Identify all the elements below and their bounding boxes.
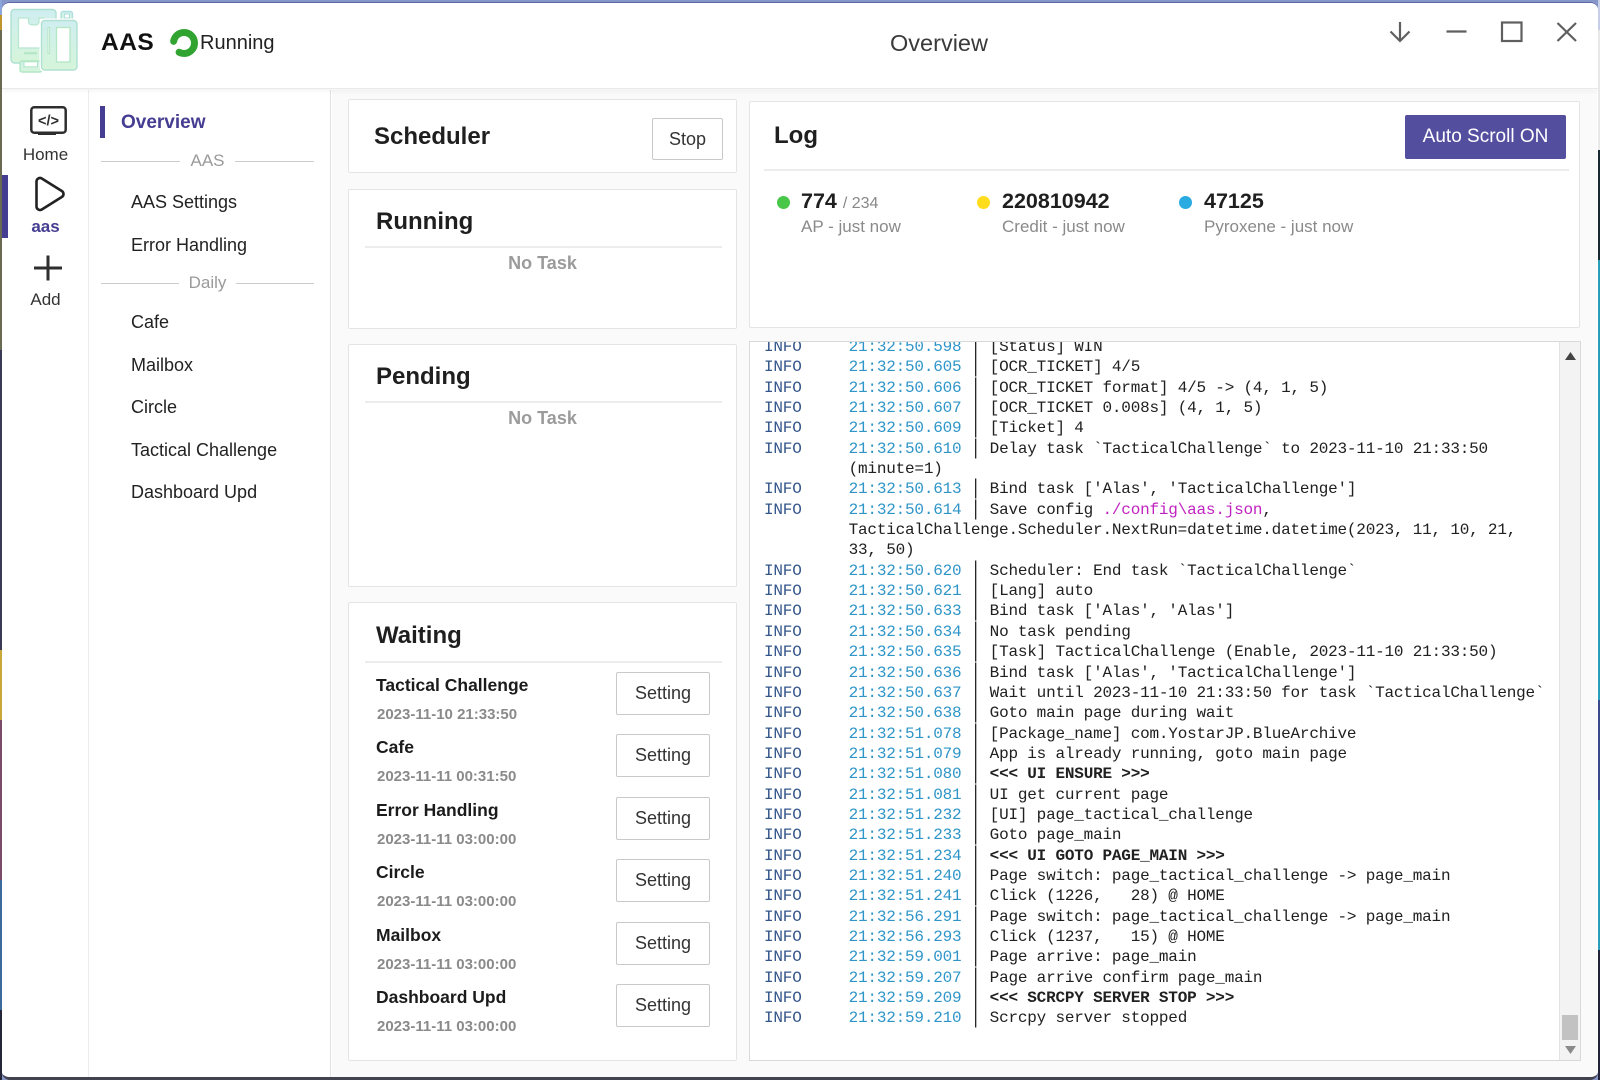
svg-text:</>: </>	[38, 114, 59, 130]
